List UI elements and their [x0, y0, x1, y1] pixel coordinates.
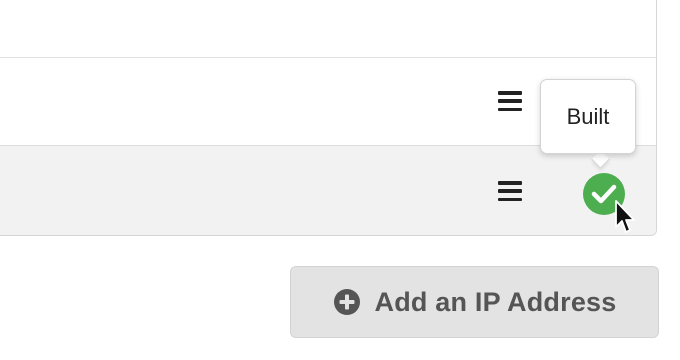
table-row: [0, 146, 656, 235]
add-ip-address-button[interactable]: Add an IP Address: [290, 266, 659, 338]
plus-circle-icon: [333, 289, 360, 315]
hamburger-menu-icon[interactable]: [498, 181, 522, 201]
table-row: [0, 0, 656, 58]
hamburger-menu-icon[interactable]: [498, 91, 522, 111]
tooltip-text: Built: [566, 103, 610, 129]
add-ip-address-label: Add an IP Address: [374, 286, 617, 317]
mouse-pointer-icon: [615, 200, 635, 233]
status-tooltip: Built: [540, 79, 636, 154]
